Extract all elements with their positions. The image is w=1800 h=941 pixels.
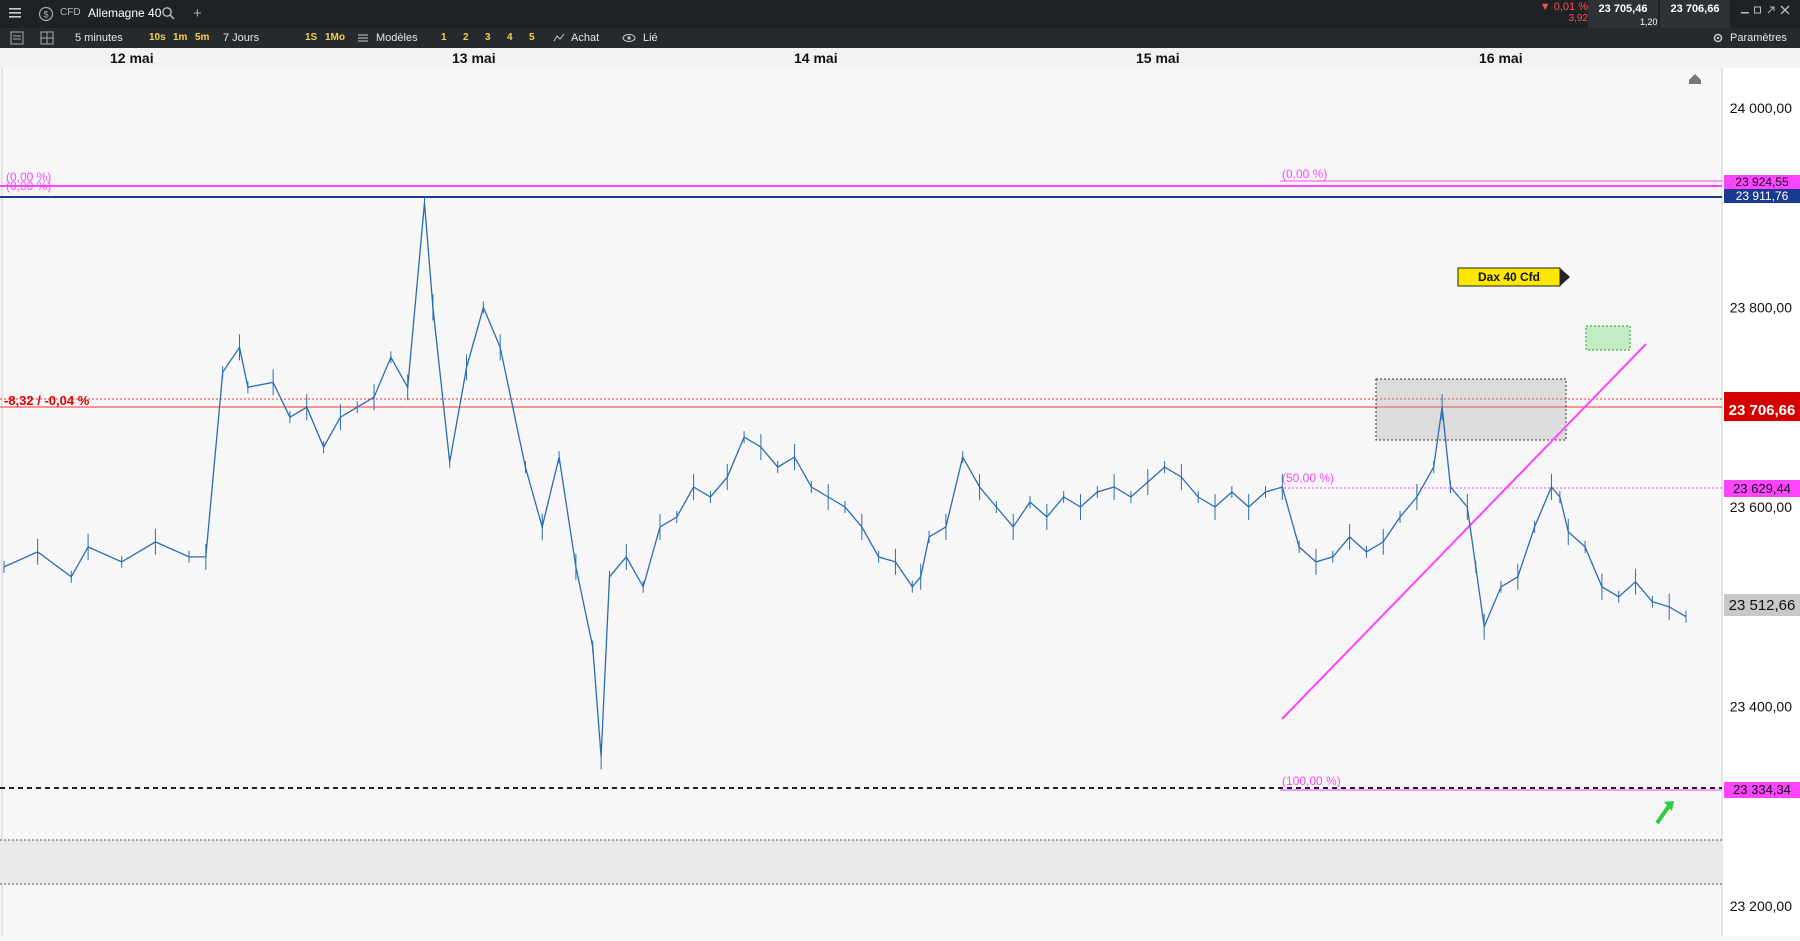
buy-button[interactable]: Achat xyxy=(568,31,602,45)
y-tick-label: 23 400,00 xyxy=(1730,699,1792,715)
change-abs: 3,92 xyxy=(1568,13,1588,24)
ask-price: 23 706,66 xyxy=(1670,3,1720,15)
search-icon[interactable] xyxy=(161,6,175,20)
date-label: 15 mai xyxy=(1136,50,1180,66)
layout-3[interactable]: 3 xyxy=(482,31,494,45)
plus-icon[interactable]: + xyxy=(193,5,202,22)
spread: 1,20 xyxy=(1640,17,1658,27)
lower-zone xyxy=(0,840,1722,884)
interval-5m[interactable]: 5m xyxy=(192,31,212,45)
models-icon xyxy=(357,32,369,44)
svg-text:$: $ xyxy=(43,10,48,20)
blue-value: 23 911,76 xyxy=(1736,189,1789,203)
range-box[interactable] xyxy=(1375,378,1567,441)
fib-mid-pct: (50,00 %) xyxy=(1282,471,1334,485)
last-price: 23 706,66 xyxy=(1729,402,1796,419)
range-1mo[interactable]: 1Mo xyxy=(322,31,348,45)
y-tick-label: 23 600,00 xyxy=(1730,499,1792,515)
y-tick-label: 23 800,00 xyxy=(1730,299,1792,315)
popout-icon[interactable] xyxy=(1766,5,1776,15)
fib-mid-value: 23 629,44 xyxy=(1733,481,1791,496)
y-tick-label: 24 000,00 xyxy=(1730,100,1792,116)
bid-price: 23 705,46 xyxy=(1598,3,1648,15)
y-tick-label: 23 200,00 xyxy=(1730,898,1792,914)
gear-icon xyxy=(1712,32,1724,44)
layout-5[interactable]: 5 xyxy=(526,31,538,45)
title-bar: $ CFD Allemagne 40 + ▼ 0,01 % 3,92 23 70… xyxy=(0,0,1800,28)
buy-icon xyxy=(553,32,565,44)
linked-button[interactable]: Lié xyxy=(640,31,661,45)
chart-svg[interactable]: (0,00 %) (0,00 %) (0,00 %) (50,00 %) (10… xyxy=(0,68,1800,936)
fib-top-pct-left-2: (0,00 %) xyxy=(6,179,51,193)
range-select[interactable]: 7 Jours xyxy=(220,31,262,45)
hamburger-icon[interactable] xyxy=(8,6,22,20)
date-label: 12 mai xyxy=(110,50,154,66)
date-label: 14 mai xyxy=(794,50,838,66)
fib-bottom-value: 23 334,34 xyxy=(1733,782,1791,797)
settings-button[interactable]: Paramètres xyxy=(1727,31,1790,45)
sidebar-toggle-icon[interactable] xyxy=(10,31,24,45)
date-label: 16 mai xyxy=(1479,50,1523,66)
grid-layout-icon[interactable] xyxy=(40,31,54,45)
fib-bottom-pct: (100,00 %) xyxy=(1282,774,1341,788)
range-1s[interactable]: 1S xyxy=(302,31,320,45)
link-icon xyxy=(622,32,636,44)
target-box[interactable] xyxy=(1585,325,1631,351)
annotation-label: Dax 40 Cfd xyxy=(1478,270,1540,284)
change-box: ▼ 0,01 % 3,92 xyxy=(1522,1,1588,27)
change-label: -8,32 / -0,04 % xyxy=(4,393,90,408)
dollar-circle-icon: $ xyxy=(38,6,54,22)
instrument-type: CFD xyxy=(60,7,81,18)
layout-4[interactable]: 4 xyxy=(504,31,516,45)
models-button[interactable]: Modèles xyxy=(373,31,421,45)
date-axis: 12 mai 13 mai 14 mai 15 mai 16 mai xyxy=(0,48,1800,68)
date-label: 13 mai xyxy=(452,50,496,66)
interval-10s[interactable]: 10s xyxy=(146,31,169,45)
layout-2[interactable]: 2 xyxy=(460,31,472,45)
fib-top-value: 23 924,55 xyxy=(1735,175,1789,189)
change-pct: ▼ 0,01 % xyxy=(1539,1,1588,13)
fib-top-pct: (0,00 %) xyxy=(1282,167,1327,181)
minimize-icon[interactable] xyxy=(1740,5,1750,15)
layout-1[interactable]: 1 xyxy=(438,31,450,45)
instrument-name[interactable]: Allemagne 40 xyxy=(88,6,161,20)
interval-1m[interactable]: 1m xyxy=(170,31,190,45)
interval-select[interactable]: 5 minutes xyxy=(72,31,126,45)
close-icon[interactable] xyxy=(1780,5,1790,15)
grey-value: 23 512,66 xyxy=(1729,597,1796,614)
restore-icon[interactable] xyxy=(1753,5,1763,15)
chart-toolbar: 5 minutes 10s 1m 5m 7 Jours 1S 1Mo 1 2 3… xyxy=(0,28,1800,48)
ask-box[interactable]: 23 706,66 xyxy=(1660,0,1730,28)
price-chart[interactable]: (0,00 %) (0,00 %) (0,00 %) (50,00 %) (10… xyxy=(0,68,1800,936)
